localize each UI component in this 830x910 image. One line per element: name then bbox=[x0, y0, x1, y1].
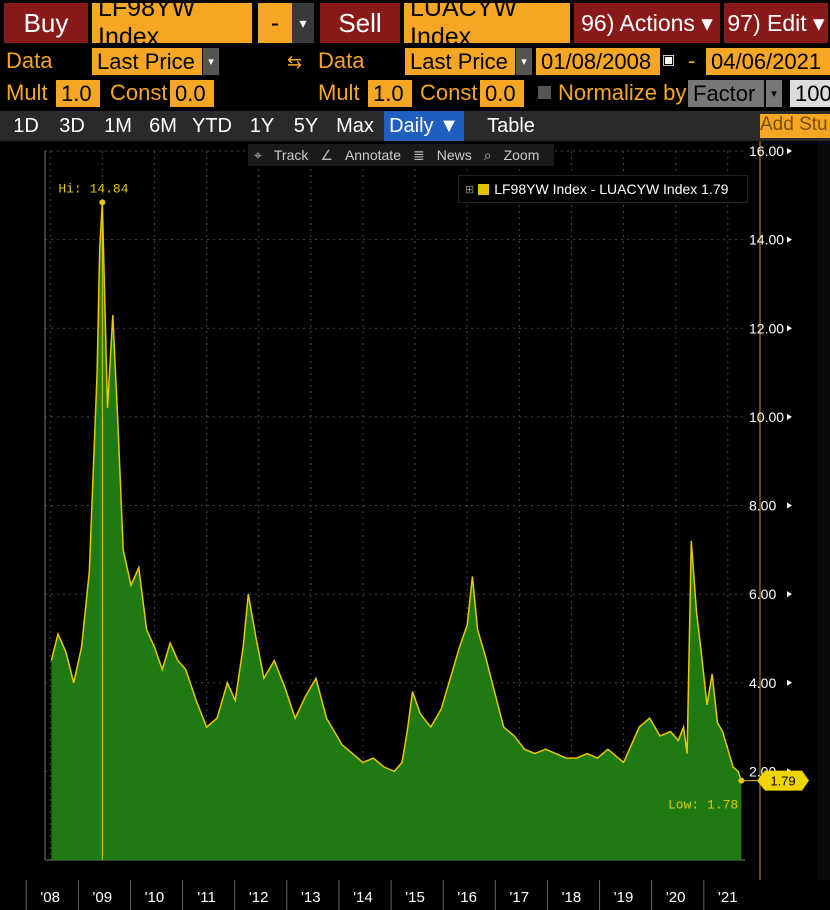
period-ytd[interactable]: YTD bbox=[190, 111, 234, 141]
period-bar: 1D 3D 1M 6M YTD 1Y 5Y Max Daily ▼ Table … bbox=[0, 111, 830, 141]
normalize-checkbox[interactable] bbox=[538, 86, 551, 99]
table-button[interactable]: Table bbox=[476, 111, 546, 141]
data-label-2: Data bbox=[318, 48, 365, 73]
x-tick-label: '18 bbox=[562, 889, 582, 906]
mult-input-2[interactable]: 1.0 bbox=[368, 80, 412, 107]
const-input-2[interactable]: 0.0 bbox=[480, 80, 524, 107]
zoom-button[interactable]: Zoom bbox=[498, 147, 546, 163]
normalize-dropdown-icon[interactable]: ▾ bbox=[766, 80, 782, 107]
const-input-1[interactable]: 0.0 bbox=[170, 80, 214, 107]
x-tick-label: '09 bbox=[93, 889, 113, 906]
y-tick-marker bbox=[787, 236, 792, 243]
x-tick-label: '19 bbox=[614, 889, 634, 906]
x-tick-label: '14 bbox=[353, 889, 373, 906]
frequency-select[interactable]: Daily ▼ bbox=[384, 111, 464, 141]
x-tick-label: '20 bbox=[666, 889, 686, 906]
x-tick-label: '21 bbox=[718, 889, 738, 906]
period-1y[interactable]: 1Y bbox=[244, 111, 280, 141]
data-field-bar: Data Last Price ▾ ⇆ Data Last Price ▾ 01… bbox=[0, 46, 830, 76]
y-tick-label: 14.00 bbox=[749, 232, 784, 248]
field-dropdown-2-icon[interactable]: ▾ bbox=[516, 48, 532, 75]
const-label-1: Const bbox=[110, 80, 168, 105]
swap-icon[interactable]: ⇆ bbox=[287, 52, 302, 73]
add-study-button[interactable]: Add Stu bbox=[760, 114, 830, 138]
y-tick-label: 10.00 bbox=[749, 409, 784, 425]
y-tick-label: 6.00 bbox=[749, 586, 776, 602]
mult-label-2: Mult bbox=[318, 80, 360, 105]
y-tick-marker bbox=[787, 502, 792, 509]
last-value-label: 1.79 bbox=[770, 774, 795, 789]
x-tick-label: '11 bbox=[197, 889, 215, 906]
start-date-input[interactable]: 01/08/2008 bbox=[536, 48, 660, 75]
data-label-1: Data bbox=[6, 48, 53, 73]
high-point bbox=[99, 199, 106, 206]
legend-expand-icon[interactable]: ⊞ bbox=[465, 183, 474, 196]
x-tick-label: '17 bbox=[510, 889, 530, 906]
security-bar: Buy LF98YW Index - ▾ Sell LUACYW Index 9… bbox=[0, 0, 830, 51]
legend-swatch bbox=[478, 183, 490, 195]
y-tick-marker bbox=[787, 148, 792, 154]
end-date-input[interactable]: 04/06/2021 bbox=[706, 48, 830, 75]
calendar-icon[interactable]: ▣ bbox=[662, 51, 676, 71]
y-tick-marker bbox=[787, 679, 792, 686]
period-max[interactable]: Max bbox=[332, 111, 378, 141]
normalize-label: Normalize by bbox=[558, 80, 687, 105]
chart-toolbar: ⌖ Track ∠ Annotate ≣ News ⌕ Zoom bbox=[248, 144, 554, 166]
date-range-dash: - bbox=[688, 48, 696, 73]
x-tick-label: '10 bbox=[145, 889, 165, 906]
multiplier-bar: Mult 1.0 Const 0.0 Mult 1.0 Const 0.0 No… bbox=[0, 77, 830, 109]
period-5y[interactable]: 5Y bbox=[288, 111, 324, 141]
x-tick-label: '16 bbox=[457, 889, 477, 906]
low-label: Low: 1.78 bbox=[668, 798, 738, 813]
mult-label-1: Mult bbox=[6, 80, 48, 105]
x-tick-label: '13 bbox=[301, 889, 321, 906]
factor-input[interactable]: 100 bbox=[790, 80, 830, 107]
field-select-1[interactable]: Last Price bbox=[92, 48, 202, 75]
sell-security-input[interactable]: LUACYW Index bbox=[404, 0, 570, 51]
y-tick-marker bbox=[787, 413, 792, 420]
news-icon[interactable]: ≣ bbox=[407, 147, 431, 164]
y-tick-label: 12.00 bbox=[749, 320, 784, 336]
track-icon[interactable]: ⌖ bbox=[248, 147, 268, 164]
period-6m[interactable]: 6M bbox=[145, 111, 181, 141]
x-axis: '08 '09 '10 '11 '12 '13 '14 '15 '16 '17 '18 '19 '20 '… bbox=[0, 880, 830, 910]
chart-legend[interactable]: ⊞ LF98YW Index - LUACYW Index 1.79 bbox=[458, 175, 748, 203]
y-tick-marker bbox=[787, 591, 792, 598]
x-tick-label: '12 bbox=[249, 889, 269, 906]
high-label: Hi: 14.84 bbox=[58, 181, 128, 196]
period-3d[interactable]: 3D bbox=[54, 111, 90, 141]
operator-select[interactable]: - bbox=[258, 3, 292, 43]
period-1d[interactable]: 1D bbox=[8, 111, 44, 141]
buy-security-input[interactable]: LF98YW Index bbox=[92, 0, 252, 51]
spread-chart[interactable]: 2.004.006.008.0010.0012.0014.0016.00 '08… bbox=[0, 141, 830, 910]
annotate-button[interactable]: Annotate bbox=[339, 147, 407, 163]
track-button[interactable]: Track bbox=[268, 147, 314, 163]
secondary-panel-edge bbox=[818, 141, 830, 880]
mult-input-1[interactable]: 1.0 bbox=[56, 80, 100, 107]
news-button[interactable]: News bbox=[431, 147, 478, 163]
y-tick-label: 4.00 bbox=[749, 675, 776, 691]
sell-label: Sell bbox=[320, 3, 400, 43]
y-axis: 2.004.006.008.0010.0012.0014.0016.00 bbox=[749, 141, 792, 910]
zoom-icon[interactable]: ⌕ bbox=[478, 147, 498, 164]
buy-label: Buy bbox=[4, 3, 88, 43]
period-1m[interactable]: 1M bbox=[100, 111, 136, 141]
const-label-2: Const bbox=[420, 80, 478, 105]
edit-menu-button[interactable]: 97) Edit ▾ bbox=[724, 3, 828, 43]
normalize-select[interactable]: Factor bbox=[688, 80, 764, 107]
actions-menu-button[interactable]: 96) Actions ▾ bbox=[574, 3, 720, 43]
y-tick-marker bbox=[787, 325, 792, 332]
x-tick-label: '15 bbox=[405, 889, 425, 906]
field-dropdown-1-icon[interactable]: ▾ bbox=[203, 48, 219, 75]
y-tick-label: 8.00 bbox=[749, 498, 776, 514]
x-tick-label: '08 bbox=[40, 889, 60, 906]
legend-label: LF98YW Index - LUACYW Index 1.79 bbox=[494, 181, 729, 197]
y-tick-label: 16.00 bbox=[749, 143, 784, 159]
operator-dropdown-icon[interactable]: ▾ bbox=[292, 3, 314, 43]
field-select-2[interactable]: Last Price bbox=[405, 48, 515, 75]
annotate-icon[interactable]: ∠ bbox=[314, 147, 339, 164]
